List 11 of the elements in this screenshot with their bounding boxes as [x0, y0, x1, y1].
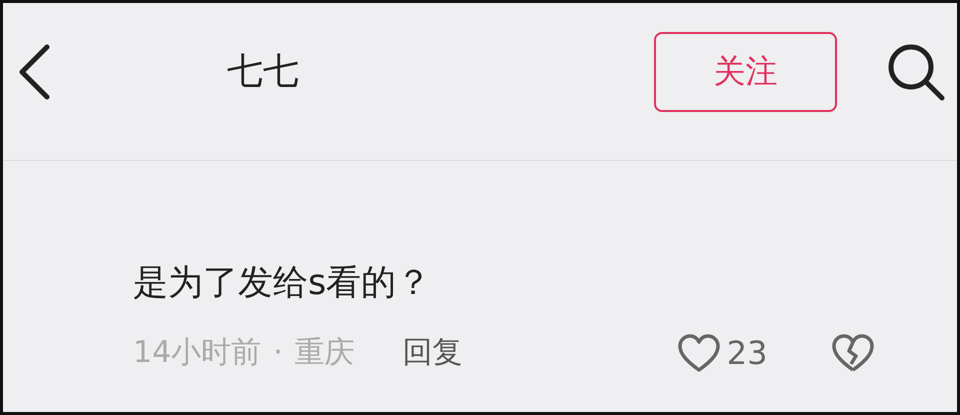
follow-button[interactable]: 关注: [654, 32, 837, 112]
broken-heart-icon[interactable]: [831, 332, 876, 372]
separator-dot: ·: [273, 335, 283, 370]
like-count: 23: [726, 334, 768, 372]
heart-icon[interactable]: [676, 332, 721, 372]
back-icon[interactable]: [17, 44, 51, 100]
comment-time: 14小时前: [133, 334, 262, 372]
reply-link[interactable]: 回复: [402, 332, 463, 373]
comment-text: 是为了发给s看的？: [133, 262, 432, 305]
username: 七七: [227, 50, 300, 94]
comment-location: 重庆: [294, 334, 355, 372]
